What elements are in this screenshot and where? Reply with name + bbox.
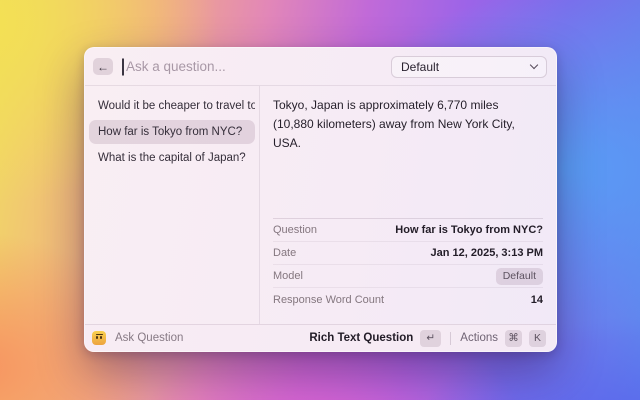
answer-text: Tokyo, Japan is approximately 6,770 mile… bbox=[260, 86, 556, 153]
text-cursor bbox=[122, 58, 124, 75]
meta-label-word-count: Response Word Count bbox=[273, 294, 384, 306]
detail-spacer bbox=[260, 153, 556, 218]
actions-button[interactable]: Actions bbox=[460, 332, 498, 344]
search-wrap bbox=[122, 59, 391, 74]
question-list: Would it be cheaper to travel to Euro...… bbox=[85, 86, 260, 324]
primary-action-button[interactable]: Rich Text Question bbox=[309, 332, 413, 344]
list-item-question-1[interactable]: Would it be cheaper to travel to Euro... bbox=[89, 94, 255, 118]
return-key-icon: ↵ bbox=[420, 330, 441, 347]
meta-label-date: Date bbox=[273, 247, 296, 259]
meta-row-word-count: Response Word Count 14 bbox=[273, 288, 543, 311]
meta-row-model: Model Default bbox=[273, 265, 543, 288]
metadata-section: Question How far is Tokyo from NYC? Date… bbox=[273, 218, 543, 311]
model-default-badge: Default bbox=[496, 268, 543, 285]
list-item-question-3[interactable]: What is the capital of Japan? bbox=[89, 146, 255, 170]
question-input[interactable] bbox=[122, 59, 391, 74]
back-button[interactable]: ← bbox=[93, 58, 113, 75]
window-body: Would it be cheaper to travel to Euro...… bbox=[85, 86, 556, 324]
meta-value-word-count: 14 bbox=[531, 294, 543, 306]
meta-row-question: Question How far is Tokyo from NYC? bbox=[273, 219, 543, 242]
detail-panel: Tokyo, Japan is approximately 6,770 mile… bbox=[260, 86, 556, 324]
footer-right-group: Rich Text Question ↵ Actions ⌘ K bbox=[309, 330, 546, 347]
meta-value-date: Jan 12, 2025, 3:13 PM bbox=[430, 247, 543, 259]
meta-label-question: Question bbox=[273, 224, 317, 236]
window-header: ← Default bbox=[85, 48, 556, 86]
command-key-icon: ⌘ bbox=[505, 330, 522, 347]
footer-divider bbox=[450, 332, 451, 345]
back-arrow-icon: ← bbox=[97, 61, 109, 73]
meta-value-question: How far is Tokyo from NYC? bbox=[395, 224, 543, 236]
ask-question-app-icon bbox=[92, 331, 106, 345]
list-item-question-2-selected[interactable]: How far is Tokyo from NYC? bbox=[89, 120, 255, 144]
k-key-icon: K bbox=[529, 330, 546, 347]
chevron-down-icon bbox=[530, 61, 538, 69]
app-name-label: Ask Question bbox=[115, 332, 183, 344]
model-dropdown[interactable]: Default bbox=[391, 56, 547, 78]
ask-question-window: ← Default Would it be cheaper to travel … bbox=[84, 47, 557, 352]
footer-action-bar: Ask Question Rich Text Question ↵ Action… bbox=[85, 324, 556, 351]
model-dropdown-value: Default bbox=[401, 60, 531, 74]
meta-row-date: Date Jan 12, 2025, 3:13 PM bbox=[273, 242, 543, 265]
meta-label-model: Model bbox=[273, 270, 303, 282]
